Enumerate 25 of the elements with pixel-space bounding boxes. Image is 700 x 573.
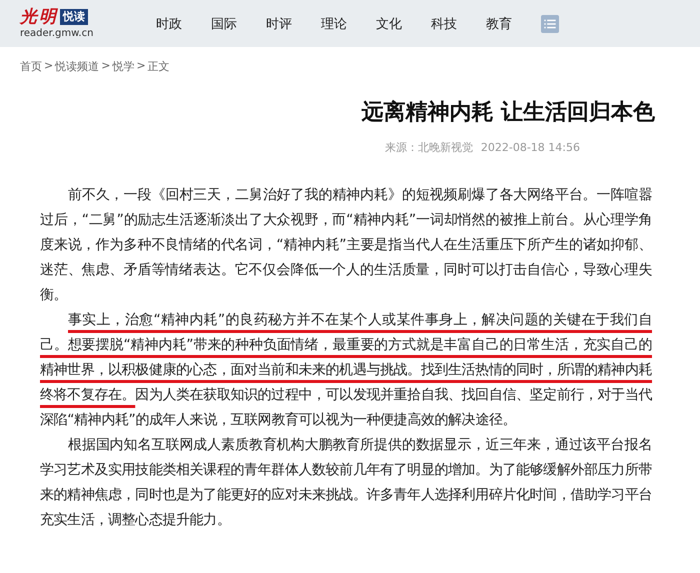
breadcrumb-link[interactable]: 悦读频道 <box>55 59 100 74</box>
breadcrumb-separator: > <box>101 59 110 74</box>
breadcrumb-separator: > <box>136 59 146 74</box>
nav-link[interactable]: 理论 <box>321 14 347 32</box>
article-paragraph: 前不久，一段《回村三天，二舅治好了我的精神内耗》的短视频刷爆了各大网络平台。一阵喧嚣过后，“二舅”的励志生活逐渐淡出了大众视野，而“精神内耗”一词却悄然的被推上前台。从心理学角度来说，作为多种不良情绪的代名词，“精神内耗”主要是指当代人在生活重压下所产生的诸如抑郁、迷茫、焦虑、矛盾等情绪表达。它不仅会降低一个人的生活质量，同时可以打击自信心，导致心理失衡。 <box>40 186 652 305</box>
article-source: 来源：北晚新视觉 <box>384 141 473 154</box>
logo-domain[interactable]: reader.gmw.cn <box>20 28 130 40</box>
nav-link[interactable]: 文化 <box>376 14 402 32</box>
nav-link[interactable]: 时政 <box>156 14 182 32</box>
nav-link[interactable]: 国际 <box>211 14 237 32</box>
nav-link[interactable]: 时评 <box>266 14 292 32</box>
breadcrumb-link[interactable]: 悦学 <box>112 59 134 74</box>
nav-link[interactable]: 科技 <box>431 14 457 32</box>
menu-button[interactable] <box>541 14 559 32</box>
logo-channel[interactable]: 悦读 <box>60 9 88 25</box>
breadcrumb-link[interactable]: 正文 <box>148 59 170 74</box>
menu-icon <box>544 18 556 28</box>
article-paragraph: 根据国内知名互联网成人素质教育机构大鹏教育所提供的数据显示，近三年来，通过该平台报名学习艺术及实用技能类相关课程的青年群体人数较前几年有了明显的增加。为了能够缓解外部压力所带来的精神焦虑，同时也是为了能更好的应对未来挑战。许多青年人选择利用碎片化时间，借助学习平台充实生活，调整心态提升能力。 <box>40 436 652 530</box>
article-paragraph: 事实上，治愈“精神内耗”的良药秘方并不在某个人或某件事身上，解决问题的关键在于我们自己。想要摆脱“精神内耗”带来的种种负面情绪，最重要的方式就是丰富自己的日常生活，充实自己的精神世界，以积极健康的心态，面对当前和未来的机遇与挑战。找到生活热情的同时，所谓的精神内耗终将不复存在。因为人类在获取知识的过程中，可以发现并重拾自我、找回自信、坚定前行，对于当代深陷“精神内耗”的成年人来说，互联网教育可以视为一种便捷高效的解决途径。 <box>40 311 652 430</box>
article-title: 远离精神内耗 让生活回归本色 <box>360 99 655 127</box>
logo-brand[interactable]: 光明 <box>20 7 58 27</box>
breadcrumb-link[interactable]: 首页 <box>20 59 42 74</box>
breadcrumb-separator: > <box>44 59 54 74</box>
article-date: 2022-08-18 14:56 <box>480 141 580 154</box>
nav-link[interactable]: 教育 <box>486 14 512 32</box>
